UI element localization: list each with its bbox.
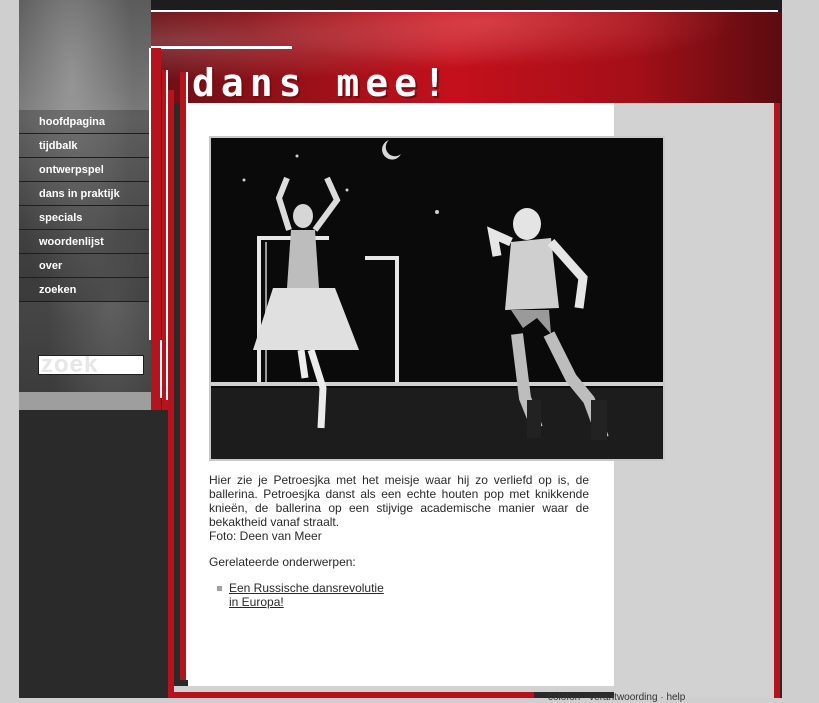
decor-white-line	[149, 48, 151, 340]
related-list: Een Russische dansrevolutie in Europa!	[217, 581, 389, 609]
nav-item-tijdbalk[interactable]: tijdbalk	[19, 134, 149, 158]
search-watermark: zoek	[41, 355, 99, 375]
page-right-margin	[782, 0, 819, 698]
photo-credit: Foto: Deen van Meer	[209, 529, 322, 543]
nav-item-dans-in-praktijk[interactable]: dans in praktijk	[19, 182, 149, 206]
nav-item-zoeken[interactable]: zoeken	[19, 278, 149, 302]
decor-white-line	[186, 72, 188, 680]
header-rule-top	[54, 10, 778, 12]
bullet-icon	[217, 586, 222, 591]
nav-item-ontwerpspel[interactable]: ontwerpspel	[19, 158, 149, 182]
nav-item-label[interactable]: specials	[19, 206, 149, 230]
search-input[interactable]: zoek	[38, 355, 144, 375]
nav-item-specials[interactable]: specials	[19, 206, 149, 230]
nav-item-over[interactable]: over	[19, 254, 149, 278]
decor-red-bar	[174, 692, 534, 698]
nav-item-label[interactable]: over	[19, 254, 149, 278]
site-logo[interactable]: dans mee!	[192, 62, 452, 104]
photo-image	[211, 138, 663, 459]
nav-item-woordenlijst[interactable]: woordenlijst	[19, 230, 149, 254]
nav-item-label[interactable]: woordenlijst	[19, 230, 149, 254]
decor-red-bar	[774, 103, 780, 698]
logo-text: dans mee!	[192, 61, 452, 105]
photo-caption: Hier zie je Petroesjka met het meisje wa…	[209, 473, 589, 529]
page-left-margin	[0, 0, 19, 698]
related-item: Een Russische dansrevolutie in Europa!	[217, 581, 389, 609]
nav-item-label[interactable]: hoofdpagina	[19, 110, 149, 134]
sidebar-footer-strip	[19, 392, 151, 410]
decor-red-bar	[168, 90, 174, 698]
nav-item-label[interactable]: tijdbalk	[19, 134, 149, 158]
main-navigation: hoofdpagina tijdbalk ontwerpspel dans in…	[19, 110, 149, 302]
ballet-photo	[209, 136, 665, 461]
related-heading: Gerelateerde onderwerpen:	[209, 555, 356, 569]
decor-red-bar	[151, 48, 161, 340]
nav-item-label[interactable]: dans in praktijk	[19, 182, 149, 206]
related-link-russische-dansrevolutie[interactable]: Een Russische dansrevolutie in Europa!	[229, 581, 389, 609]
nav-item-hoofdpagina[interactable]: hoofdpagina	[19, 110, 149, 134]
nav-item-label[interactable]: zoeken	[19, 278, 149, 302]
nav-item-label[interactable]: ontwerpspel	[19, 158, 149, 182]
